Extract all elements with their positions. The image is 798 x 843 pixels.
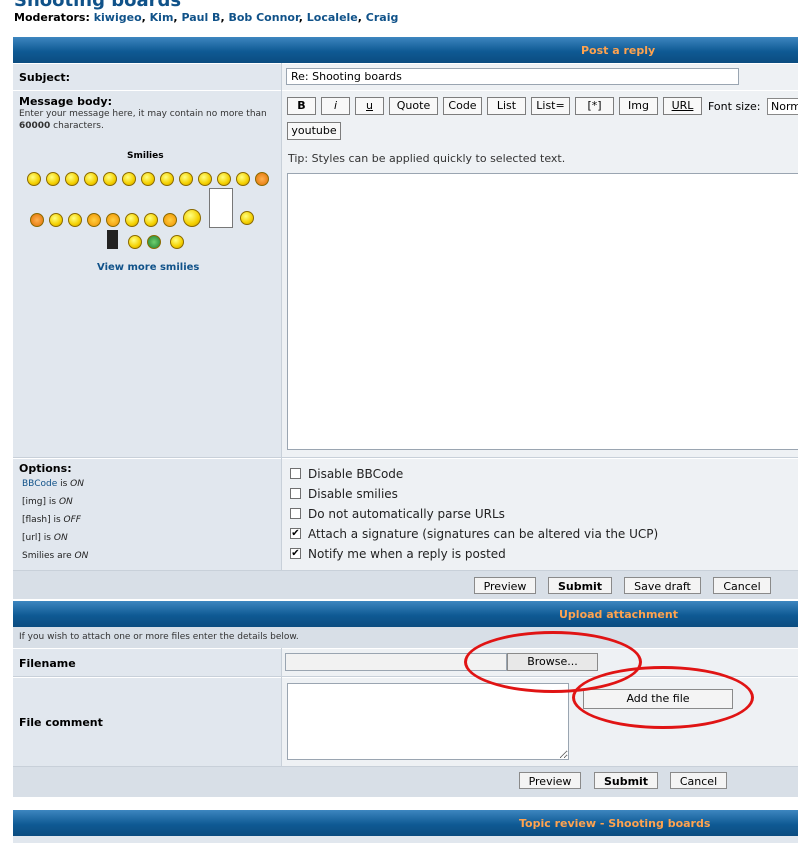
bbcode-status: BBCode is ON (22, 479, 84, 489)
topic-review-header-text: Topic review - Shooting boards (519, 817, 711, 830)
topic-review-header: Topic review - Shooting boards (13, 810, 798, 836)
post-reply-header-text: Post a reply (581, 44, 656, 57)
smiley-icon[interactable] (240, 211, 254, 225)
smiley-icon[interactable] (27, 172, 41, 186)
moderator-link[interactable]: Paul B (181, 11, 220, 24)
smiley-icon[interactable] (68, 213, 82, 227)
smiley-icon[interactable] (103, 172, 117, 186)
smiley-icon[interactable] (141, 172, 155, 186)
italic-button[interactable]: i (321, 97, 350, 115)
moderator-link[interactable]: kiwigeo (94, 11, 142, 24)
font-size-label: Font size: (708, 100, 761, 113)
smiley-icon[interactable] (125, 213, 139, 227)
smiley-icon[interactable] (179, 172, 193, 186)
smiley-icon[interactable] (106, 213, 120, 227)
smiley-icon[interactable] (147, 235, 161, 249)
list-button[interactable]: List (487, 97, 526, 115)
url-status: [url] is ON (22, 533, 68, 543)
view-more-smilies-link[interactable]: View more smilies (97, 262, 199, 273)
smiley-icon[interactable] (217, 172, 231, 186)
disable-smilies-checkbox[interactable] (290, 488, 301, 499)
moderators-label: Moderators: (14, 11, 90, 24)
toilet-smiley-icon[interactable] (209, 188, 233, 228)
quote-button[interactable]: Quote (389, 97, 438, 115)
upload-preview-button[interactable]: Preview (519, 772, 581, 789)
browse-button[interactable]: Browse... (507, 653, 598, 671)
page-title[interactable]: Shooting boards (14, 0, 181, 11)
smiley-icon[interactable] (49, 213, 63, 227)
url-button[interactable]: URL (663, 97, 702, 115)
post-reply-header: Post a reply (13, 37, 798, 63)
moderator-link[interactable]: Localele (307, 11, 358, 24)
bbcode-help-link[interactable]: BBCode (22, 479, 57, 489)
moderators-line: Moderators: kiwigeo, Kim, Paul B, Bob Co… (14, 11, 399, 24)
upload-submit-button[interactable]: Submit (594, 772, 658, 789)
attach-signature-label: Attach a signature (signatures can be al… (308, 527, 659, 541)
upload-header-text: Upload attachment (559, 608, 678, 621)
smiley-icon[interactable] (122, 172, 136, 186)
notify-reply-checkbox[interactable]: ✔ (290, 548, 301, 559)
smiley-icon[interactable] (163, 213, 177, 227)
smiley-icon[interactable] (84, 172, 98, 186)
smiley-icon[interactable] (170, 235, 184, 249)
disable-smilies-label: Disable smilies (308, 487, 398, 501)
submit-button[interactable]: Submit (548, 577, 612, 594)
file-comment-textarea[interactable] (287, 683, 569, 760)
subject-input[interactable] (286, 68, 739, 85)
smiley-icon[interactable] (87, 213, 101, 227)
smiley-icon[interactable] (198, 172, 212, 186)
img-status: [img] is ON (22, 497, 73, 507)
list-item-button[interactable]: [*] (575, 97, 614, 115)
font-size-select[interactable]: Normal (767, 98, 798, 115)
upload-attachment-header: Upload attachment (13, 601, 798, 627)
list-ordered-button[interactable]: List= (531, 97, 570, 115)
options-label: Options: (19, 462, 72, 475)
column-divider (281, 63, 282, 570)
smilies-title: Smilies (127, 151, 164, 161)
cancel-button[interactable]: Cancel (713, 577, 771, 594)
upload-intro-text: If you wish to attach one or more files … (19, 632, 299, 642)
smiley-icon[interactable] (128, 235, 142, 249)
disable-bbcode-label: Disable BBCode (308, 467, 404, 481)
upload-column-divider (281, 648, 282, 766)
flash-status: [flash] is OFF (22, 515, 81, 525)
bold-button[interactable]: B (287, 97, 316, 115)
add-file-button[interactable]: Add the file (583, 689, 733, 709)
attach-signature-checkbox[interactable]: ✔ (290, 528, 301, 539)
file-comment-label: File comment (19, 716, 103, 729)
filename-input[interactable] (285, 653, 507, 671)
topic-review-body (13, 836, 798, 843)
smiley-icon[interactable] (144, 213, 158, 227)
underline-button[interactable]: u (355, 97, 384, 115)
disable-url-parse-label: Do not automatically parse URLs (308, 507, 505, 521)
youtube-button[interactable]: youtube (287, 122, 341, 140)
message-label-cell (13, 90, 281, 458)
smiley-icon[interactable] (255, 172, 269, 186)
moderator-link[interactable]: Craig (366, 11, 399, 24)
moderator-link[interactable]: Bob Connor (228, 11, 298, 24)
save-draft-button[interactable]: Save draft (624, 577, 701, 594)
filename-label: Filename (19, 657, 76, 670)
message-body-label: Message body: (19, 95, 112, 108)
disable-url-parse-checkbox[interactable] (290, 508, 301, 519)
message-hint: Enter your message here, it may contain … (19, 109, 267, 131)
moderator-link[interactable]: Kim (150, 11, 174, 24)
smilies-status: Smilies are ON (22, 551, 89, 561)
smiley-icon[interactable] (236, 172, 250, 186)
disable-bbcode-checkbox[interactable] (290, 468, 301, 479)
preview-button[interactable]: Preview (474, 577, 536, 594)
code-button[interactable]: Code (443, 97, 482, 115)
smiley-icon[interactable] (160, 172, 174, 186)
upload-cancel-button[interactable]: Cancel (670, 772, 727, 789)
smiley-icon[interactable] (46, 172, 60, 186)
smiley-icon[interactable] (30, 213, 44, 227)
img-button[interactable]: Img (619, 97, 658, 115)
message-textarea[interactable] (287, 173, 798, 450)
smiley-icon[interactable] (65, 172, 79, 186)
notify-reply-label: Notify me when a reply is posted (308, 547, 506, 561)
subject-label: Subject: (19, 71, 71, 84)
guinness-smiley-icon[interactable] (107, 230, 118, 249)
styles-tip: Tip: Styles can be applied quickly to se… (288, 152, 566, 165)
smiley-icon[interactable] (183, 209, 201, 227)
